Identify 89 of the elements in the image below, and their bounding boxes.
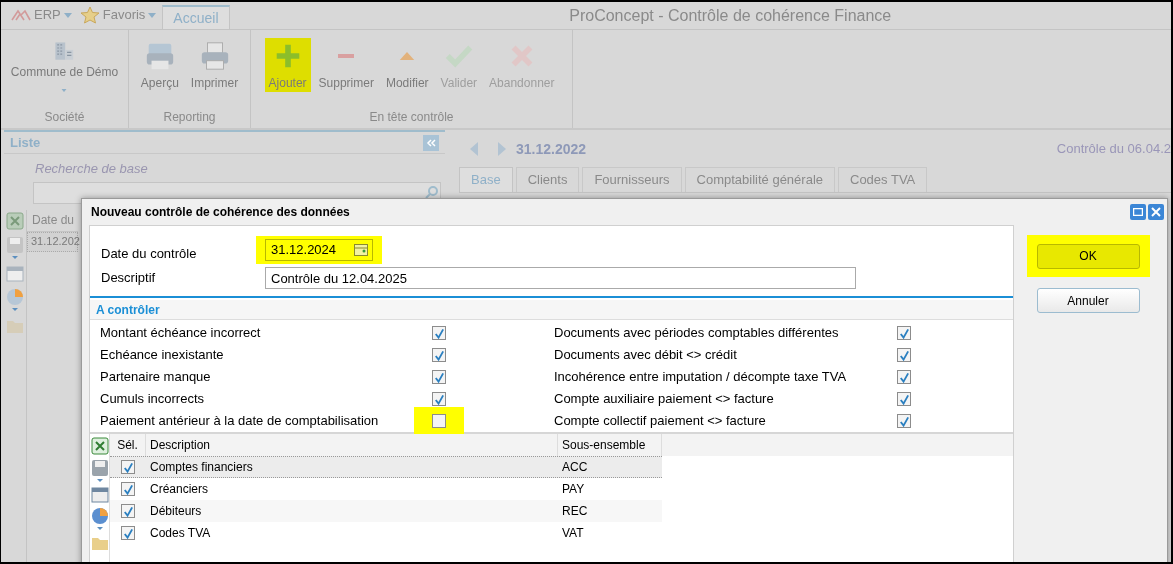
checkbox-label: Montant échéance incorrect [100,324,262,343]
table-row[interactable]: Débiteurs REC [110,500,662,522]
checkbox[interactable] [432,392,446,406]
caret-icon [63,12,72,18]
checkbox-label: Compte auxiliaire paiement <> facture [554,390,775,409]
ribbon-button[interactable]: Supprimer [314,38,378,92]
checkbox[interactable] [121,526,135,540]
save-icon [6,235,24,260]
maximize-icon [1133,208,1143,216]
field-label: Date du contrôle [101,245,198,264]
checkbox[interactable] [121,482,135,496]
table-cell-text: ACC [561,459,589,476]
tab[interactable]: Fournisseurs [582,167,682,192]
table-cell-text: Débiteurs [149,503,203,520]
spreadsheet-icon [90,437,109,455]
group-label: En tête contrôle [368,109,455,126]
record-date: 31.12.2022 [516,139,587,159]
window-icon [6,265,24,282]
tab[interactable]: Accueil [162,5,230,29]
chart-icon [90,507,109,531]
maximize-button[interactable] [1130,204,1146,220]
checkbox[interactable] [897,392,911,406]
date-field[interactable]: 31.12.2024 [265,239,373,261]
ribbon-button[interactable]: Aperçu [136,38,183,92]
checkbox[interactable] [897,414,911,428]
menu-button[interactable]: ERP [9,5,74,25]
close-button[interactable] [1148,204,1164,220]
checkbox[interactable] [432,370,446,384]
column-header: Date du [32,212,75,229]
checkbox[interactable] [897,326,911,340]
table-cell-text: Créanciers [149,481,210,498]
chart-icon [6,287,24,312]
checkbox[interactable] [897,348,911,362]
tab[interactable]: Clients [515,167,580,192]
checkbox-label: Echéance inexistante [100,346,225,365]
caret-icon [148,12,157,18]
dialog-button[interactable]: Annuler [1036,288,1140,313]
checkbox[interactable] [432,326,446,340]
triangle-right-icon [497,141,507,157]
logo-icon [11,9,31,21]
table-cell-text: REC [561,503,589,520]
double-chevron-icon [426,138,436,147]
checkbox-label: Documents avec débit <> crédit [554,346,738,365]
field-label: Descriptif [101,269,157,288]
table-cell-text: PAY [561,481,586,498]
ribbon-button[interactable]: Commune de Démo [6,38,123,92]
window-title: ProConcept - Contrôle de cohérence Finance [568,5,893,26]
checkbox[interactable] [121,504,135,518]
checkbox[interactable] [432,348,446,362]
description-field[interactable]: Contrôle du 12.04.2025 [265,267,856,289]
checkbox-label: Incohérence entre imputation / décompte taxe TVA [554,368,848,387]
tab[interactable]: Base [459,167,513,192]
checkbox-label: Paiement antérieur à la date de comptabilisation [100,412,380,431]
spreadsheet-icon [6,211,24,230]
section-header: A contrôler [96,301,160,319]
save-icon [90,459,109,483]
group-label: Société [43,109,86,126]
folder-icon [90,535,109,551]
record-caption: Contrôle du 06.04.2 [1056,140,1171,159]
table-cell-text: Codes TVA [149,525,212,542]
checkbox-label: Documents avec périodes comptables différentes [554,324,840,343]
group-label: Reporting [162,109,217,126]
dialog-button[interactable]: OK [1036,243,1140,269]
tab[interactable]: Codes TVA [838,167,928,192]
panel-title: Liste [10,133,41,152]
checkbox-label: Cumuls incorrects [100,390,206,409]
window-icon [90,487,109,503]
table-cell-text: VAT [561,525,585,542]
checkbox-label: Compte collectif paiement <> facture [554,412,767,431]
table-row[interactable]: Comptes financiers ACC [110,456,662,478]
triangle-icon [398,52,417,60]
ribbon-button[interactable]: Ajouter [264,38,311,92]
search-icon [425,186,438,199]
checkbox[interactable] [432,414,446,428]
table-cell-text: 31.12.202 [31,234,80,250]
search-label: Recherche de base [35,160,149,178]
calendar-icon [354,244,368,256]
table-cell-text: Comptes financiers [149,459,254,476]
checkbox[interactable] [897,370,911,384]
triangle-left-icon [469,141,479,157]
checkbox-label: Partenaire manque [100,368,212,387]
ribbon-button[interactable]: Imprimer [186,38,243,92]
checkbox[interactable] [121,460,135,474]
close-icon [1151,207,1161,217]
dialog-title: Nouveau contrôle de cohérence des données [91,204,350,221]
star-icon [79,6,100,24]
ribbon-button[interactable]: Modifier [381,38,433,92]
tab[interactable]: Comptabilité générale [684,167,835,192]
menu-button[interactable]: Favoris [77,5,159,25]
